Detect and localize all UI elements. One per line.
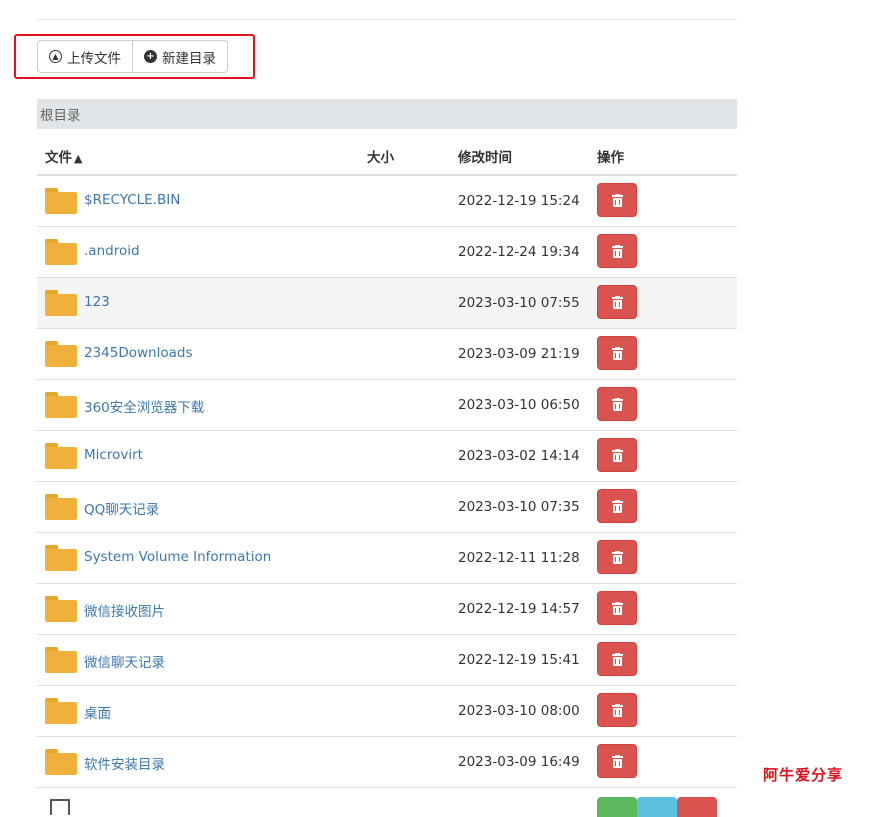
folder-icon	[45, 596, 77, 622]
trash-icon	[611, 193, 623, 207]
trash-icon	[611, 550, 623, 564]
table-header: 文件 ▲ 大小 修改时间 操作	[37, 137, 737, 176]
header-modified[interactable]: 修改时间	[458, 146, 512, 166]
file-name-link[interactable]: 桌面	[84, 702, 111, 722]
file-table: 文件 ▲ 大小 修改时间 操作 $RECYCLE.BIN 2022-12-19 15…	[37, 137, 737, 788]
trash-icon	[611, 754, 623, 768]
upload-circle-icon: ▲	[49, 50, 62, 63]
trash-icon	[611, 448, 623, 462]
trash-icon	[611, 652, 623, 666]
upload-file-button[interactable]: ▲ 上传文件	[37, 40, 133, 73]
file-icon	[50, 799, 70, 815]
upload-file-label: 上传文件	[67, 50, 121, 67]
file-name-link[interactable]: 微信接收图片	[84, 600, 165, 620]
top-divider	[37, 19, 737, 20]
folder-icon	[45, 188, 77, 214]
modified-time: 2023-03-10 08:00	[458, 703, 580, 719]
modified-time: 2023-03-09 16:49	[458, 754, 580, 770]
plus-circle-icon: +	[144, 50, 157, 63]
table-row: Microvirt 2023-03-02 14:14	[37, 431, 737, 482]
trash-icon	[611, 499, 623, 513]
delete-button[interactable]	[597, 234, 637, 268]
delete-button[interactable]	[597, 489, 637, 523]
file-name-link[interactable]: 微信聊天记录	[84, 651, 165, 671]
folder-icon	[45, 443, 77, 469]
table-row: 360安全浏览器下载 2023-03-10 06:50	[37, 380, 737, 431]
table-row: 2345Downloads 2023-03-09 21:19	[37, 329, 737, 380]
folder-icon	[45, 239, 77, 265]
folder-icon	[45, 290, 77, 316]
trash-icon	[611, 397, 623, 411]
watermark-text: 阿牛爱分享	[763, 766, 844, 784]
file-name-link[interactable]: 软件安装目录	[84, 753, 165, 773]
modified-time: 2022-12-19 15:24	[458, 193, 580, 209]
download-button[interactable]	[597, 797, 637, 817]
delete-button[interactable]	[597, 591, 637, 625]
delete-button[interactable]	[597, 744, 637, 778]
file-name-link[interactable]: Microvirt	[84, 447, 143, 463]
trash-icon	[611, 601, 623, 615]
table-row: .android 2022-12-24 19:34	[37, 227, 737, 278]
caret-up-icon: ▲	[74, 151, 83, 165]
modified-time: 2023-03-09 21:19	[458, 346, 580, 362]
folder-icon	[45, 494, 77, 520]
modified-time: 2023-03-10 06:50	[458, 397, 580, 413]
file-name-link[interactable]: 360安全浏览器下载	[84, 396, 204, 416]
modified-time: 2023-03-10 07:35	[458, 499, 580, 515]
new-directory-label: 新建目录	[162, 50, 216, 67]
trash-icon	[611, 703, 623, 717]
folder-icon	[45, 341, 77, 367]
header-size[interactable]: 大小	[367, 146, 394, 166]
file-name-link[interactable]: System Volume Information	[84, 549, 271, 565]
delete-button[interactable]	[597, 336, 637, 370]
trash-icon	[611, 346, 623, 360]
folder-icon	[45, 749, 77, 775]
delete-button[interactable]	[677, 797, 717, 817]
header-name[interactable]: 文件 ▲	[45, 146, 82, 166]
table-row: QQ聊天记录 2023-03-10 07:35	[37, 482, 737, 533]
table-row: 软件安装目录 2023-03-09 16:49	[37, 737, 737, 788]
breadcrumb: 根目录	[37, 99, 737, 129]
trash-icon	[611, 295, 623, 309]
toolbar-button-group: ▲ 上传文件 + 新建目录	[37, 40, 228, 73]
file-name-link[interactable]: 2345Downloads	[84, 345, 193, 361]
delete-button[interactable]	[597, 693, 637, 727]
table-row: 桌面 2023-03-10 08:00	[37, 686, 737, 737]
delete-button[interactable]	[597, 438, 637, 472]
delete-button[interactable]	[597, 387, 637, 421]
table-row: $RECYCLE.BIN 2022-12-19 15:24	[37, 176, 737, 227]
delete-button[interactable]	[597, 285, 637, 319]
table-body: $RECYCLE.BIN 2022-12-19 15:24 .android 2022…	[37, 176, 737, 788]
breadcrumb-root[interactable]: 根目录	[40, 104, 81, 124]
modified-time: 2023-03-02 14:14	[458, 448, 580, 464]
file-name-link[interactable]: $RECYCLE.BIN	[84, 192, 180, 208]
table-row: System Volume Information 2022-12-11 11:2…	[37, 533, 737, 584]
modified-time: 2022-12-24 19:34	[458, 244, 580, 260]
file-name-link[interactable]: QQ聊天记录	[84, 498, 159, 518]
folder-icon	[45, 698, 77, 724]
header-actions: 操作	[597, 149, 624, 166]
table-row: 微信聊天记录 2022-12-19 15:41	[37, 635, 737, 686]
table-row: 123 2023-03-10 07:55	[37, 278, 737, 329]
modified-time: 2022-12-19 14:57	[458, 601, 580, 617]
folder-icon	[45, 647, 77, 673]
table-row-partial	[37, 789, 737, 817]
table-row: 微信接收图片 2022-12-19 14:57	[37, 584, 737, 635]
delete-button[interactable]	[597, 540, 637, 574]
file-name-link[interactable]: 123	[84, 294, 110, 310]
edit-button[interactable]	[637, 797, 677, 817]
modified-time: 2023-03-10 07:55	[458, 295, 580, 311]
trash-icon	[611, 244, 623, 258]
folder-icon	[45, 392, 77, 418]
new-directory-button[interactable]: + 新建目录	[132, 40, 228, 73]
modified-time: 2022-12-19 15:41	[458, 652, 580, 668]
folder-icon	[45, 545, 77, 571]
file-name-link[interactable]: .android	[84, 243, 140, 259]
delete-button[interactable]	[597, 642, 637, 676]
modified-time: 2022-12-11 11:28	[458, 550, 580, 566]
delete-button[interactable]	[597, 183, 637, 217]
